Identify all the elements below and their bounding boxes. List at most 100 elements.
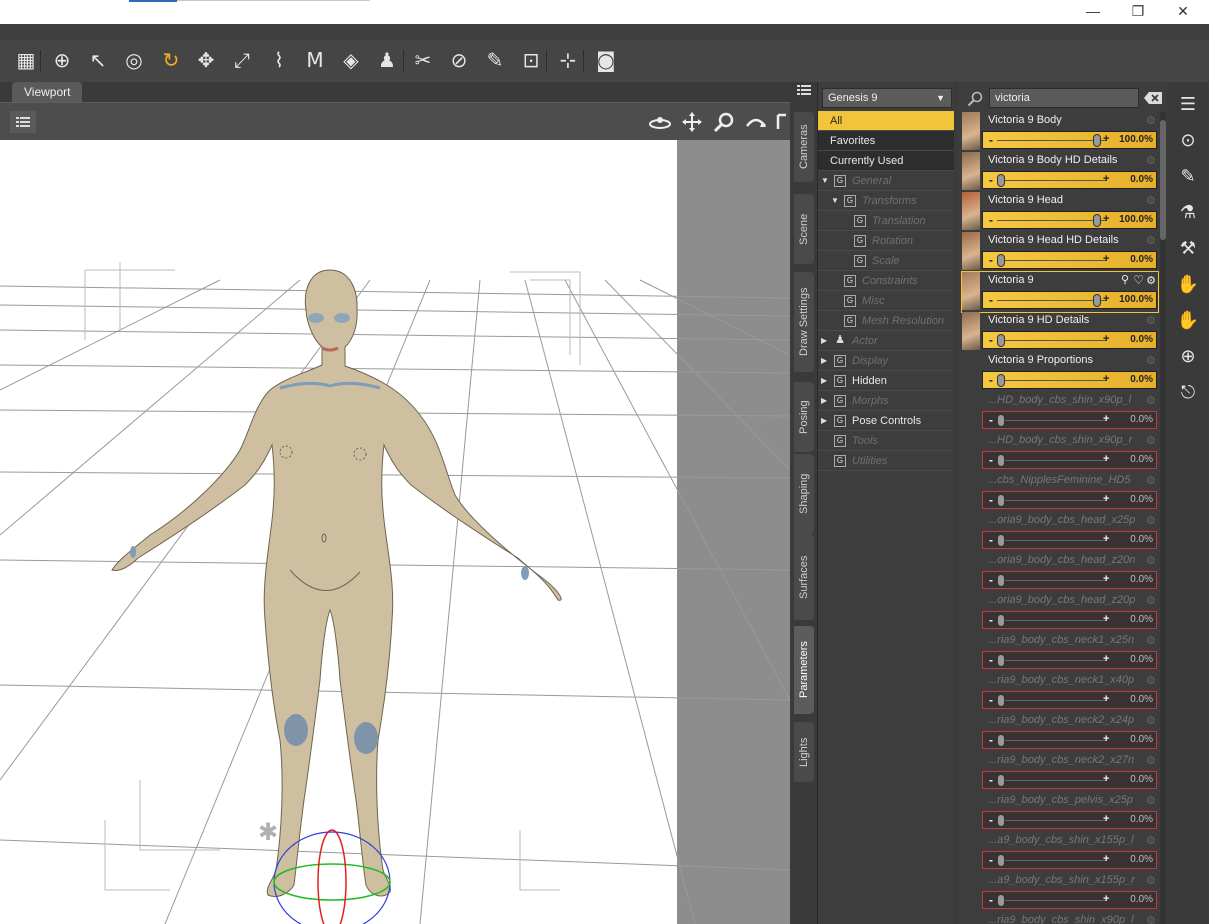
increment-button[interactable]: + — [1103, 733, 1109, 745]
color-picker-button[interactable]: ⚗ — [1175, 198, 1201, 226]
tree-item-pose-controls[interactable]: ▶ G Pose Controls — [818, 411, 954, 431]
rotate-tool-tool-button[interactable]: ↻ — [157, 46, 185, 74]
slider-value[interactable]: 0.0% — [1130, 454, 1153, 465]
gear-icon[interactable]: ⚙ — [1146, 154, 1156, 167]
slider-value[interactable]: 0.0% — [1130, 814, 1153, 825]
slider-knob[interactable] — [997, 454, 1005, 467]
grid-tool-button[interactable]: ▦ — [12, 46, 40, 74]
slider-track[interactable]: - +0.0% — [982, 451, 1157, 469]
victoria-9-figure[interactable] — [111, 269, 562, 898]
slider-knob[interactable] — [1093, 294, 1101, 307]
pan-camera-button[interactable] — [678, 110, 706, 134]
decrement-button[interactable]: - — [989, 893, 993, 907]
gear-icon[interactable]: ⚙ — [1146, 354, 1156, 367]
slider-track[interactable]: - +0.0% — [982, 771, 1157, 789]
slider-track[interactable]: - +0.0% — [982, 531, 1157, 549]
decrement-button[interactable]: - — [989, 333, 993, 347]
tab-surfaces[interactable]: Surfaces — [794, 534, 814, 620]
restore-button[interactable]: ❐ — [1115, 0, 1161, 22]
minimize-button[interactable]: — — [1070, 0, 1116, 22]
scrollbar-thumb[interactable] — [1160, 120, 1166, 240]
geometry-sculptor-tool-button[interactable]: ⊘ — [445, 46, 473, 74]
slider-knob[interactable] — [997, 414, 1005, 427]
collapse-arrow-icon[interactable]: ▶ — [821, 351, 827, 371]
slider-track[interactable]: - +0.0% — [982, 171, 1157, 189]
content-library-button[interactable]: ⊙ — [1175, 126, 1201, 154]
slider-track[interactable]: - +0.0% — [982, 811, 1157, 829]
globe-button[interactable]: ⊕ — [1175, 342, 1201, 370]
slider-value[interactable]: 0.0% — [1130, 534, 1153, 545]
increment-button[interactable]: + — [1103, 453, 1109, 465]
tree-item-all[interactable]: All — [818, 111, 954, 131]
tree-item-hidden[interactable]: ▶ G Hidden — [818, 371, 954, 391]
slider-value[interactable]: 0.0% — [1130, 414, 1153, 425]
slider-value[interactable]: 0.0% — [1130, 654, 1153, 665]
slider-track[interactable]: - +0.0% — [982, 891, 1157, 909]
expand-arrow-icon[interactable]: ▼ — [831, 191, 839, 211]
slider-value[interactable]: 0.0% — [1130, 374, 1153, 385]
viewport-menu-button[interactable] — [10, 111, 36, 133]
gear-icon[interactable]: ⚙ — [1146, 594, 1156, 607]
tab-parameters[interactable]: Parameters — [794, 626, 814, 714]
tree-item-transforms[interactable]: ▼ G Transforms — [818, 191, 954, 211]
tree-item-mesh-resolution[interactable]: G Mesh Resolution — [818, 311, 954, 331]
increment-button[interactable]: + — [1103, 493, 1109, 505]
favorite-heart-icon[interactable]: ♡ — [1133, 273, 1144, 287]
slider-value[interactable]: 0.0% — [1130, 694, 1153, 705]
panel-menu-button[interactable]: ☰ — [1175, 90, 1201, 118]
tab-lights[interactable]: Lights — [794, 722, 814, 782]
decrement-button[interactable]: - — [989, 213, 993, 227]
slider-value[interactable]: 0.0% — [1130, 614, 1153, 625]
increment-button[interactable]: + — [1103, 293, 1109, 305]
increment-button[interactable]: + — [1103, 773, 1109, 785]
increment-button[interactable]: + — [1103, 853, 1109, 865]
gear-icon[interactable]: ⚙ — [1146, 874, 1156, 887]
slider-track[interactable]: - +0.0% — [982, 691, 1157, 709]
slider-value[interactable]: 0.0% — [1130, 574, 1153, 585]
gear-icon[interactable]: ⚙ — [1146, 114, 1156, 127]
tree-item-actor[interactable]: ▶ ♟ Actor — [818, 331, 954, 351]
frame-camera-button[interactable] — [772, 110, 790, 134]
orbit-camera-button[interactable] — [646, 110, 674, 134]
gear-icon[interactable]: ⚙ — [1146, 474, 1156, 487]
light-node-icon[interactable]: ✱ — [258, 818, 278, 846]
pose-hand-alt-button[interactable]: ✋ — [1175, 306, 1201, 334]
viewport-3d[interactable]: ✱ — [0, 140, 790, 924]
slider-track[interactable]: - +0.0% — [982, 851, 1157, 869]
close-button[interactable]: ✕ — [1160, 0, 1206, 22]
slider-knob[interactable] — [997, 494, 1005, 507]
gear-icon[interactable]: ⚙ — [1146, 234, 1156, 247]
slider-knob[interactable] — [997, 174, 1005, 187]
tab-scene[interactable]: Scene — [794, 194, 814, 264]
collapse-arrow-icon[interactable]: ▶ — [821, 391, 827, 411]
tree-item-tools[interactable]: G Tools — [818, 431, 954, 451]
increment-button[interactable]: + — [1103, 213, 1109, 225]
decrement-button[interactable]: - — [989, 373, 993, 387]
tree-item-scale[interactable]: G Scale — [818, 251, 954, 271]
decrement-button[interactable]: - — [989, 653, 993, 667]
slider-knob[interactable] — [997, 894, 1005, 907]
slider-track[interactable]: - +0.0% — [982, 411, 1157, 429]
slider-knob[interactable] — [997, 574, 1005, 587]
tree-item-rotation[interactable]: G Rotation — [818, 231, 954, 251]
tree-item-morphs[interactable]: ▶ G Morphs — [818, 391, 954, 411]
geometry-editor-tool-button[interactable]: M — [301, 46, 329, 74]
decrement-button[interactable]: - — [989, 253, 993, 267]
collapse-arrow-icon[interactable]: ▶ — [821, 331, 827, 351]
slider-knob[interactable] — [997, 334, 1005, 347]
gear-icon[interactable]: ⚙ — [1146, 434, 1156, 447]
select-arrow-tool-button[interactable]: ↖ — [84, 46, 112, 74]
slider-track[interactable]: - +0.0% — [982, 491, 1157, 509]
node-selector-dropdown[interactable]: Genesis 9 ▼ — [822, 88, 952, 108]
increment-button[interactable]: + — [1103, 613, 1109, 625]
slider-value[interactable]: 100.0% — [1119, 214, 1153, 225]
increment-button[interactable]: + — [1103, 173, 1109, 185]
slider-track[interactable]: - +100.0% — [982, 291, 1157, 309]
decrement-button[interactable]: - — [989, 453, 993, 467]
pose-hand-button[interactable]: ✋ — [1175, 270, 1201, 298]
slider-knob[interactable] — [997, 734, 1005, 747]
slider-track[interactable]: - +0.0% — [982, 251, 1157, 269]
scale-tool-tool-button[interactable]: ⤢ — [228, 46, 256, 74]
slider-knob[interactable] — [997, 534, 1005, 547]
tree-item-favorites[interactable]: Favorites — [818, 131, 954, 151]
